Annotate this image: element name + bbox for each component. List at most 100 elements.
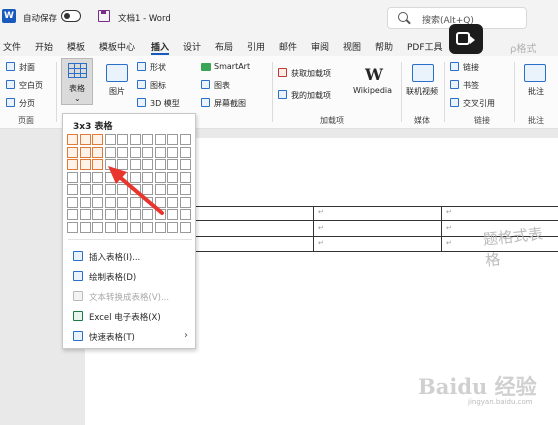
chevron-down-icon: ⌄ — [74, 94, 81, 103]
grid-cell[interactable] — [117, 134, 128, 145]
tab-references[interactable]: 引用 — [247, 40, 265, 53]
grid-cell[interactable] — [104, 221, 116, 233]
comment-button[interactable]: 批注 — [528, 86, 544, 97]
grid-cell[interactable] — [79, 171, 91, 183]
insert-table-item[interactable]: 插入表格(I)... — [68, 248, 192, 265]
grid-cell[interactable] — [92, 221, 103, 233]
grid-cell[interactable] — [129, 221, 141, 233]
online-video-button[interactable]: 联机视频 — [406, 86, 438, 97]
grid-cell[interactable] — [142, 221, 153, 233]
grid-cell[interactable] — [179, 184, 191, 195]
grid-cell[interactable] — [79, 184, 91, 195]
grid-cell[interactable] — [67, 159, 78, 170]
grid-cell[interactable] — [104, 146, 116, 158]
convert-text-to-table-item[interactable]: 文本转换成表格(V)... — [68, 288, 192, 305]
chart-button[interactable]: 图表 — [214, 80, 230, 91]
page-break-button[interactable]: 分页 — [19, 98, 35, 109]
picture-button[interactable]: 图片 — [109, 86, 125, 97]
screenshot-button[interactable]: 屏幕截图 — [214, 98, 246, 109]
chart-icon — [201, 80, 210, 89]
tab-insert[interactable]: 插入 — [151, 40, 170, 55]
grid-cell[interactable] — [179, 146, 191, 158]
grid-cell[interactable] — [67, 146, 78, 158]
cover-page-button[interactable]: 封面 — [19, 62, 35, 73]
autosave-toggle[interactable] — [61, 10, 81, 22]
grid-cell[interactable] — [79, 159, 91, 170]
save-icon[interactable] — [98, 10, 110, 22]
grid-cell[interactable] — [67, 134, 78, 145]
divider — [401, 62, 402, 122]
smartart-icon — [201, 63, 211, 71]
autosave-label: 自动保存 — [23, 14, 58, 24]
icons-button[interactable]: 图标 — [150, 80, 166, 91]
grid-cell[interactable] — [129, 146, 141, 158]
bookmark-button[interactable]: 书签 — [463, 80, 479, 91]
cross-reference-button[interactable]: 交叉引用 — [463, 98, 495, 109]
tab-layout[interactable]: 布局 — [215, 40, 233, 53]
table-button[interactable]: 表格 ⌄ — [61, 58, 93, 105]
excel-spreadsheet-item[interactable]: Excel 电子表格(X) — [68, 308, 192, 325]
tab-review[interactable]: 审阅 — [311, 40, 329, 53]
grid-cell[interactable] — [117, 146, 128, 158]
grid-cell[interactable] — [142, 146, 153, 158]
tab-template-center[interactable]: 模板中心 — [99, 40, 135, 53]
grid-cell[interactable] — [67, 184, 78, 195]
tab-pdf-tools[interactable]: PDF工具 — [407, 40, 443, 53]
group-label-addins: 加载项 — [320, 116, 344, 125]
my-addins-button[interactable]: 我的加载项 — [291, 90, 331, 101]
grid-cell[interactable] — [179, 221, 191, 233]
cell-mark: ↵ — [318, 239, 324, 247]
get-addins-button[interactable]: 获取加载项 — [291, 68, 331, 79]
grid-cell[interactable] — [167, 146, 178, 158]
link-icon — [450, 62, 459, 71]
grid-cell[interactable] — [79, 209, 91, 220]
get-addins-icon — [278, 68, 287, 77]
grid-cell[interactable] — [167, 134, 178, 145]
grid-cell[interactable] — [79, 146, 91, 158]
grid-cell[interactable] — [79, 196, 91, 208]
screen-recorder-icon — [449, 24, 483, 54]
tab-home[interactable]: 开始 — [35, 40, 53, 53]
grid-cell[interactable] — [179, 159, 191, 170]
tab-help[interactable]: 帮助 — [375, 40, 393, 53]
grid-cell[interactable] — [67, 221, 78, 233]
grid-cell[interactable] — [154, 146, 166, 158]
divider — [272, 62, 273, 122]
grid-cell[interactable] — [129, 134, 141, 145]
toggle-knob — [64, 13, 70, 19]
3d-models-button[interactable]: 3D 模型 — [150, 98, 180, 109]
grid-cell[interactable] — [92, 146, 103, 158]
blank-page-button[interactable]: 空白页 — [19, 80, 43, 91]
grid-cell[interactable] — [167, 221, 178, 233]
grid-cell[interactable] — [179, 209, 191, 220]
grid-cell[interactable] — [67, 196, 78, 208]
grid-cell[interactable] — [142, 134, 153, 145]
chevron-right-icon: › — [184, 330, 188, 341]
grid-cell[interactable] — [154, 221, 166, 233]
grid-cell[interactable] — [179, 134, 191, 145]
tab-design[interactable]: 设计 — [183, 40, 201, 53]
grid-cell[interactable] — [154, 134, 166, 145]
document-title: 文档1 - Word — [118, 14, 171, 24]
grid-cell[interactable] — [179, 171, 191, 183]
grid-cell[interactable] — [179, 196, 191, 208]
quick-tables-item[interactable]: 快速表格(T) › — [68, 328, 192, 345]
wikipedia-button[interactable]: Wikipedia — [353, 86, 392, 95]
tab-templates[interactable]: 模板 — [67, 40, 85, 53]
grid-cell[interactable] — [104, 134, 116, 145]
icons-icon — [137, 80, 146, 89]
tab-file[interactable]: 文件 — [3, 40, 21, 53]
shapes-button[interactable]: 形状 — [150, 62, 166, 73]
grid-cell[interactable] — [79, 221, 91, 233]
grid-cell[interactable] — [67, 209, 78, 220]
grid-cell[interactable] — [79, 134, 91, 145]
draw-table-item[interactable]: 绘制表格(D) — [68, 268, 192, 285]
tab-view[interactable]: 视图 — [343, 40, 361, 53]
grid-cell[interactable] — [117, 221, 128, 233]
grid-cell[interactable] — [92, 134, 103, 145]
tab-mailings[interactable]: 邮件 — [279, 40, 297, 53]
link-button[interactable]: 链接 — [463, 62, 479, 73]
grid-cell[interactable] — [67, 171, 78, 183]
smartart-button[interactable]: SmartArt — [214, 62, 250, 71]
picture-icon — [106, 64, 128, 82]
